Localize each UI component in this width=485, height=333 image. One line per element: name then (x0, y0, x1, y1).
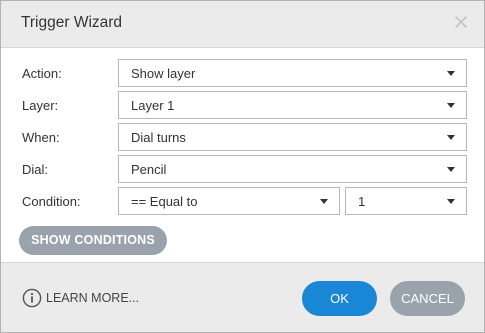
dial-value: Pencil (131, 162, 167, 177)
dial-row: Dial: Pencil (1, 155, 484, 185)
condition-value-select[interactable]: 1 (345, 187, 467, 215)
show-conditions-button[interactable]: SHOW CONDITIONS (19, 226, 167, 255)
info-icon (22, 288, 42, 308)
condition-operator-value: == Equal to (131, 194, 198, 209)
action-select[interactable]: Show layer (118, 59, 467, 87)
condition-value: 1 (358, 194, 366, 209)
dial-select[interactable]: Pencil (118, 155, 467, 183)
dialog-titlebar: Trigger Wizard (1, 1, 484, 48)
dialog-title: Trigger Wizard (21, 14, 123, 31)
chevron-down-icon (447, 71, 455, 76)
condition-operator-select[interactable]: == Equal to (118, 187, 340, 215)
when-select[interactable]: Dial turns (118, 123, 467, 151)
dialog-footer: LEARN MORE... OK CANCEL (1, 262, 484, 332)
chevron-down-icon (447, 199, 455, 204)
ok-button[interactable]: OK (302, 281, 377, 316)
layer-value: Layer 1 (131, 98, 175, 113)
action-value: Show layer (131, 66, 196, 81)
cancel-button[interactable]: CANCEL (390, 281, 465, 316)
action-row: Action: Show layer (1, 59, 484, 89)
action-label: Action: (22, 66, 62, 81)
layer-label: Layer: (22, 98, 59, 113)
learn-more-label: LEARN MORE... (46, 291, 140, 305)
chevron-down-icon (447, 167, 455, 172)
chevron-down-icon (447, 135, 455, 140)
condition-label: Condition: (22, 194, 81, 209)
when-value: Dial turns (131, 130, 186, 145)
condition-row: Condition: == Equal to 1 (1, 187, 484, 217)
close-icon[interactable] (454, 15, 468, 29)
trigger-wizard-dialog: Trigger Wizard Action: Show layer Layer:… (0, 0, 485, 333)
dial-label: Dial: (22, 162, 49, 177)
when-label: When: (22, 130, 60, 145)
chevron-down-icon (447, 103, 455, 108)
when-row: When: Dial turns (1, 123, 484, 153)
chevron-down-icon (320, 199, 328, 204)
layer-row: Layer: Layer 1 (1, 91, 484, 121)
layer-select[interactable]: Layer 1 (118, 91, 467, 119)
